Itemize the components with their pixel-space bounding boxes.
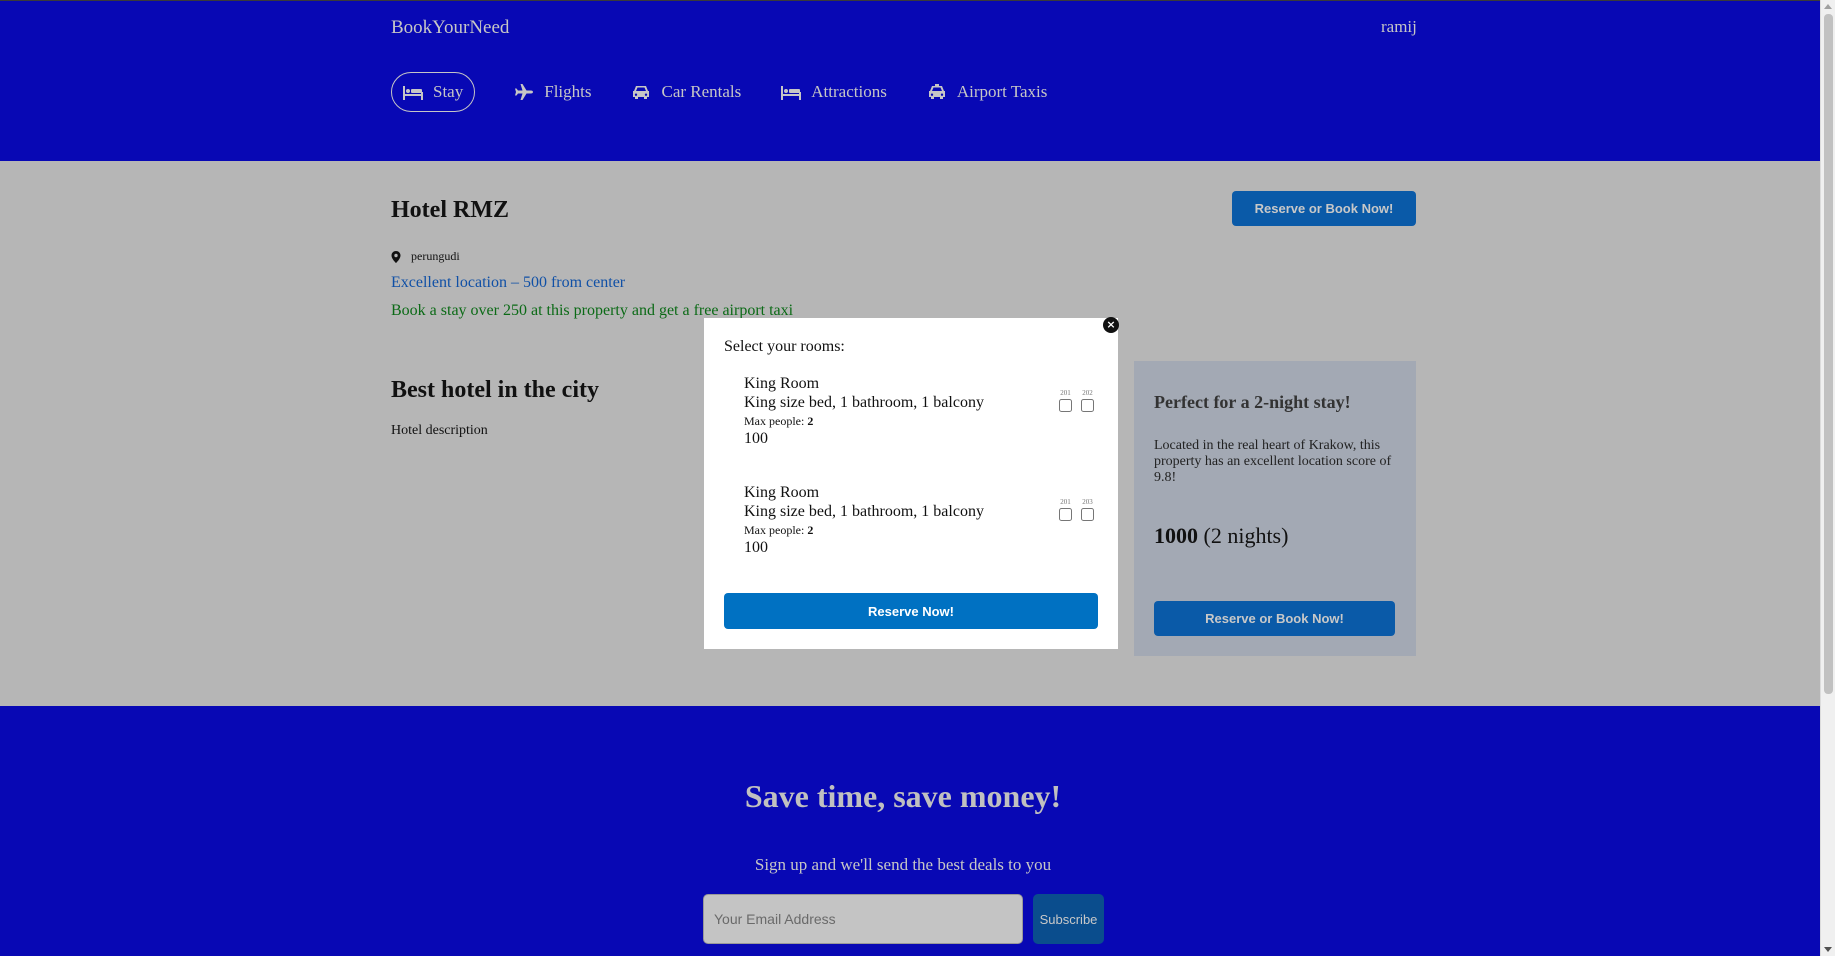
nav-label: Car Rentals <box>661 82 742 101</box>
room-select-modal: × Select your rooms: King Room King size… <box>704 317 1119 649</box>
location-text: perungudi <box>411 249 460 263</box>
room-number-option[interactable]: 201 <box>1059 389 1072 412</box>
subscribe-button[interactable]: Subscribe <box>1033 894 1104 944</box>
price-box-title: Perfect for a 2-night stay! <box>1154 392 1351 412</box>
room-item: King Room King size bed, 1 bathroom, 1 b… <box>744 484 1094 557</box>
nights-count: (2 nights) <box>1203 523 1289 548</box>
description-title: Best hotel in the city <box>391 377 599 403</box>
bed-icon <box>781 86 802 100</box>
room-price: 100 <box>744 430 768 447</box>
site-header: BookYourNeed ramij Stay Flights Car Rent… <box>0 0 1820 161</box>
nav-label: Stay <box>433 82 464 101</box>
room-number-option[interactable]: 203 <box>1081 498 1094 521</box>
taxi-icon <box>928 84 945 99</box>
room-number-checkbox[interactable] <box>1059 508 1072 521</box>
close-icon[interactable]: × <box>1103 317 1119 333</box>
scroll-up-arrow[interactable] <box>1824 4 1832 9</box>
nav-label: Flights <box>544 82 592 101</box>
nav-label: Airport Taxis <box>956 82 1048 101</box>
location-pin-icon <box>391 250 401 263</box>
hotel-name: Hotel RMZ <box>391 197 509 223</box>
nav-item-stay[interactable]: Stay <box>391 72 476 112</box>
signup-title: Save time, save money! <box>744 778 1062 814</box>
room-item: King Room King size bed, 1 bathroom, 1 b… <box>744 375 1094 448</box>
room-number-checkbox[interactable] <box>1081 508 1094 521</box>
room-price: 100 <box>744 539 768 556</box>
page-scrollbar[interactable] <box>1820 0 1835 956</box>
bed-icon <box>403 86 423 100</box>
room-description: King size bed, 1 bathroom, 1 balcony <box>744 394 984 411</box>
car-icon <box>633 86 650 99</box>
nav-item-attractions[interactable]: Attractions <box>781 72 887 112</box>
price-box-text: Located in the real heart of Krakow, thi… <box>1154 438 1392 485</box>
room-number-checkbox[interactable] <box>1059 399 1072 412</box>
max-people-value: 2 <box>807 414 814 428</box>
room-number-checkbox[interactable] <box>1081 399 1094 412</box>
room-numbers: 201 202 <box>1059 389 1094 412</box>
room-number-option[interactable]: 202 <box>1081 389 1094 412</box>
total-price: 1000 <box>1154 523 1198 548</box>
plane-icon <box>515 84 534 100</box>
room-title: King Room <box>744 484 820 501</box>
price-box: Perfect for a 2-night stay! Located in t… <box>1134 361 1416 656</box>
modal-title: Select your rooms: <box>724 338 845 355</box>
room-numbers: 201 203 <box>1059 498 1094 521</box>
room-number-label: 201 <box>1060 389 1071 397</box>
price-box-price: 1000 (2 nights) <box>1154 523 1396 549</box>
max-people-value: 2 <box>807 523 814 537</box>
newsletter-signup: Save time, save money! Sign up and we'll… <box>0 706 1820 956</box>
email-input[interactable] <box>703 894 1023 944</box>
user-name[interactable]: ramij <box>1381 17 1417 37</box>
max-people-label: Max people: <box>744 414 805 428</box>
nav-item-car-rentals[interactable]: Car Rentals <box>631 72 741 112</box>
main-nav: Stay Flights Car Rentals Attractions Air… <box>391 72 1087 112</box>
signup-subtitle: Sign up and we'll send the best deals to… <box>754 855 1052 874</box>
scroll-thumb[interactable] <box>1824 14 1833 694</box>
reserve-or-book-button[interactable]: Reserve or Book Now! <box>1232 191 1416 226</box>
description-text: Hotel description <box>391 423 488 438</box>
reserve-now-button[interactable]: Reserve Now! <box>724 593 1098 629</box>
nav-label: Attractions <box>811 82 887 101</box>
room-description: King size bed, 1 bathroom, 1 balcony <box>744 503 984 520</box>
hotel-distance: Excellent location – 500 from center <box>391 274 626 291</box>
max-people-label: Max people: <box>744 523 805 537</box>
room-max-people: Max people: 2 <box>744 523 1094 538</box>
room-number-option[interactable]: 201 <box>1059 498 1072 521</box>
nav-item-flights[interactable]: Flights <box>514 72 591 112</box>
room-number-label: 203 <box>1082 498 1093 506</box>
room-number-label: 202 <box>1082 389 1093 397</box>
reserve-or-book-button[interactable]: Reserve or Book Now! <box>1154 601 1395 636</box>
hotel-location: perungudi <box>391 249 460 264</box>
brand-logo[interactable]: BookYourNeed <box>391 17 509 39</box>
scroll-down-arrow[interactable] <box>1824 947 1832 952</box>
room-max-people: Max people: 2 <box>744 414 1094 429</box>
room-title: King Room <box>744 375 820 392</box>
room-number-label: 201 <box>1060 498 1071 506</box>
nav-item-airport-taxis[interactable]: Airport Taxis <box>927 72 1048 112</box>
